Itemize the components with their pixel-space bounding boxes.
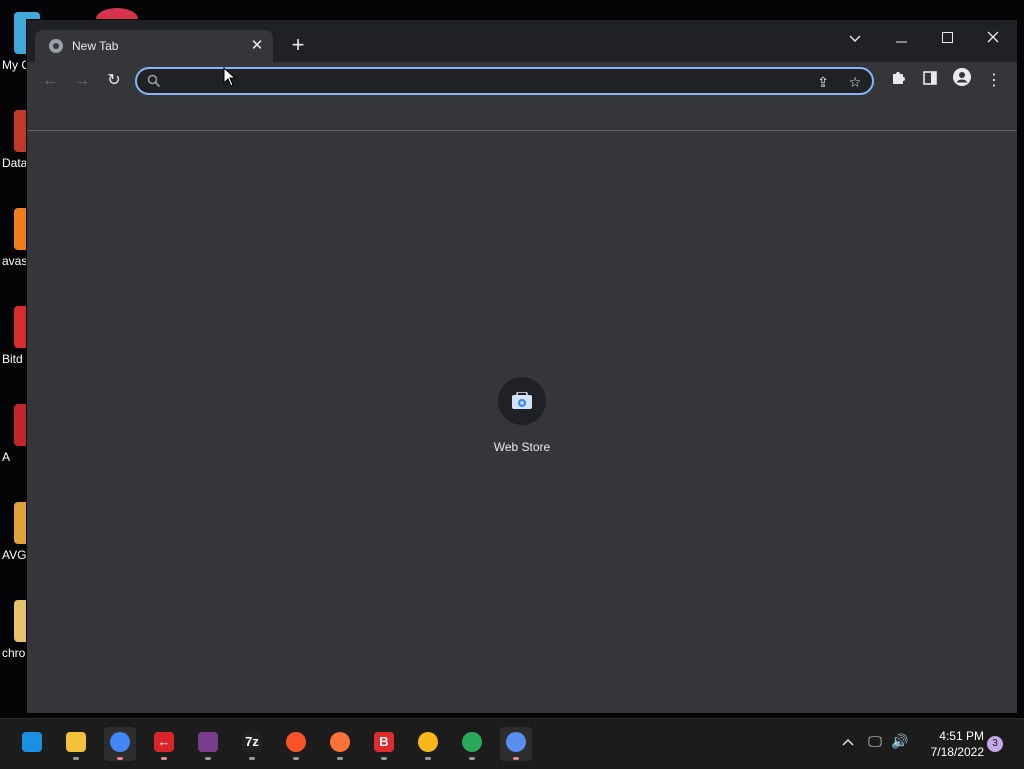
taskbar-firefox-button[interactable] [324, 727, 356, 761]
reload-button[interactable]: ↻ [101, 68, 127, 94]
winrar-icon [198, 732, 218, 752]
taskbar-start-button[interactable] [16, 727, 48, 761]
taskbar-brave-button[interactable] [280, 727, 312, 761]
running-indicator [205, 757, 211, 760]
chevron-down-icon [849, 35, 861, 42]
forward-button[interactable]: → [69, 68, 95, 94]
clock-date: 7/18/2022 [930, 745, 984, 759]
new-tab-page: Web Store [27, 131, 1017, 713]
running-indicator [337, 757, 343, 760]
taskbar-file-explorer-button[interactable] [60, 727, 92, 761]
desktop-shortcut-label: Bitd [2, 352, 23, 366]
mouse-cursor-icon [223, 67, 237, 87]
desktop-shortcut-label: AVG [2, 548, 27, 562]
desktop-shortcut-label: My C [2, 58, 30, 72]
bookmark-star-icon[interactable]: ☆ [845, 72, 865, 92]
close-icon [987, 31, 999, 43]
bitdefender-icon: B [374, 732, 394, 752]
network-icon[interactable]: 🖵 [864, 733, 886, 750]
tray-overflow-icon[interactable] [837, 733, 859, 749]
search-icon [147, 74, 161, 88]
brave-icon [286, 732, 306, 752]
running-indicator [381, 757, 387, 760]
7zip-icon: 7z [242, 732, 262, 752]
running-indicator [73, 757, 79, 760]
avira-icon: ← [154, 732, 174, 752]
web-store-icon [512, 392, 532, 409]
address-input[interactable] [171, 72, 775, 92]
taskbar: ← 7z B 🖵 🔊 4:51 PM 7/18/2022 3 [0, 718, 1024, 769]
share-icon[interactable]: ⇪ [813, 72, 833, 92]
title-bar: New Tab ✕ + [27, 20, 1017, 62]
running-indicator [117, 757, 123, 760]
running-indicator [161, 757, 167, 760]
desktop-shortcut-label: chro [2, 646, 26, 660]
running-indicator [249, 757, 255, 760]
running-indicator [425, 757, 431, 760]
notification-badge[interactable]: 3 [987, 736, 1003, 752]
puzzle-icon [893, 72, 905, 84]
tab-title: New Tab [72, 39, 119, 53]
running-indicator [293, 757, 299, 760]
taskbar-avira-button[interactable]: ← [148, 727, 180, 761]
side-panel-icon [923, 71, 937, 85]
toolbar: ← → ↻ ⇪ ☆ ⋮ [27, 62, 1017, 100]
taskbar-chromium-button[interactable] [500, 727, 532, 761]
close-window-button[interactable] [970, 24, 1016, 54]
menu-button[interactable]: ⋮ [981, 68, 1007, 94]
taskbar-bitdefender-button[interactable]: B [368, 727, 400, 761]
maximize-button[interactable] [924, 24, 970, 54]
shortcut-web-store[interactable]: Web Store [478, 377, 566, 467]
shortcut-icon-circle [498, 377, 546, 425]
taskbar-edge-canary-button[interactable] [456, 727, 488, 761]
globe-icon [49, 39, 63, 53]
new-tab-button[interactable]: + [285, 34, 311, 58]
extensions-button[interactable] [885, 68, 911, 94]
taskbar-chrome-canary-button[interactable] [412, 727, 444, 761]
clock-time: 4:51 PM [939, 729, 984, 743]
maximize-icon [941, 32, 953, 43]
chrome-canary-icon [418, 732, 438, 752]
clock[interactable]: 4:51 PM 7/18/2022 [914, 728, 984, 760]
address-bar[interactable]: ⇪ ☆ [135, 67, 874, 95]
back-button[interactable]: ← [37, 68, 63, 94]
side-panel-button[interactable] [917, 68, 943, 94]
minimize-icon [895, 41, 907, 43]
running-indicator [469, 757, 475, 760]
file-explorer-icon [66, 732, 86, 752]
taskbar-winrar-button[interactable] [192, 727, 224, 761]
taskbar-7zip-button[interactable]: 7z [236, 727, 268, 761]
chrome-icon [110, 732, 130, 752]
tab-search-button[interactable] [832, 24, 878, 54]
shortcut-label: Web Store [493, 440, 551, 454]
desktop-shortcut-label: Data [2, 156, 28, 170]
desktop-shortcut-label: A [2, 450, 11, 464]
profile-button[interactable] [949, 68, 975, 94]
tab-new-tab[interactable]: New Tab ✕ [35, 30, 273, 62]
minimize-button[interactable] [878, 24, 924, 54]
volume-icon[interactable]: 🔊 [889, 733, 911, 750]
start-icon [22, 732, 42, 752]
bookmarks-bar [27, 100, 1017, 131]
running-indicator [513, 757, 519, 760]
profile-icon [953, 68, 971, 86]
taskbar-chrome-button[interactable] [104, 727, 136, 761]
chromium-icon [506, 732, 526, 752]
browser-window: New Tab ✕ + ← → ↻ ⇪ ☆ ⋮ Web Store [27, 20, 1017, 713]
firefox-icon [330, 732, 350, 752]
tab-close-icon[interactable]: ✕ [247, 36, 267, 56]
edge-canary-icon [462, 732, 482, 752]
